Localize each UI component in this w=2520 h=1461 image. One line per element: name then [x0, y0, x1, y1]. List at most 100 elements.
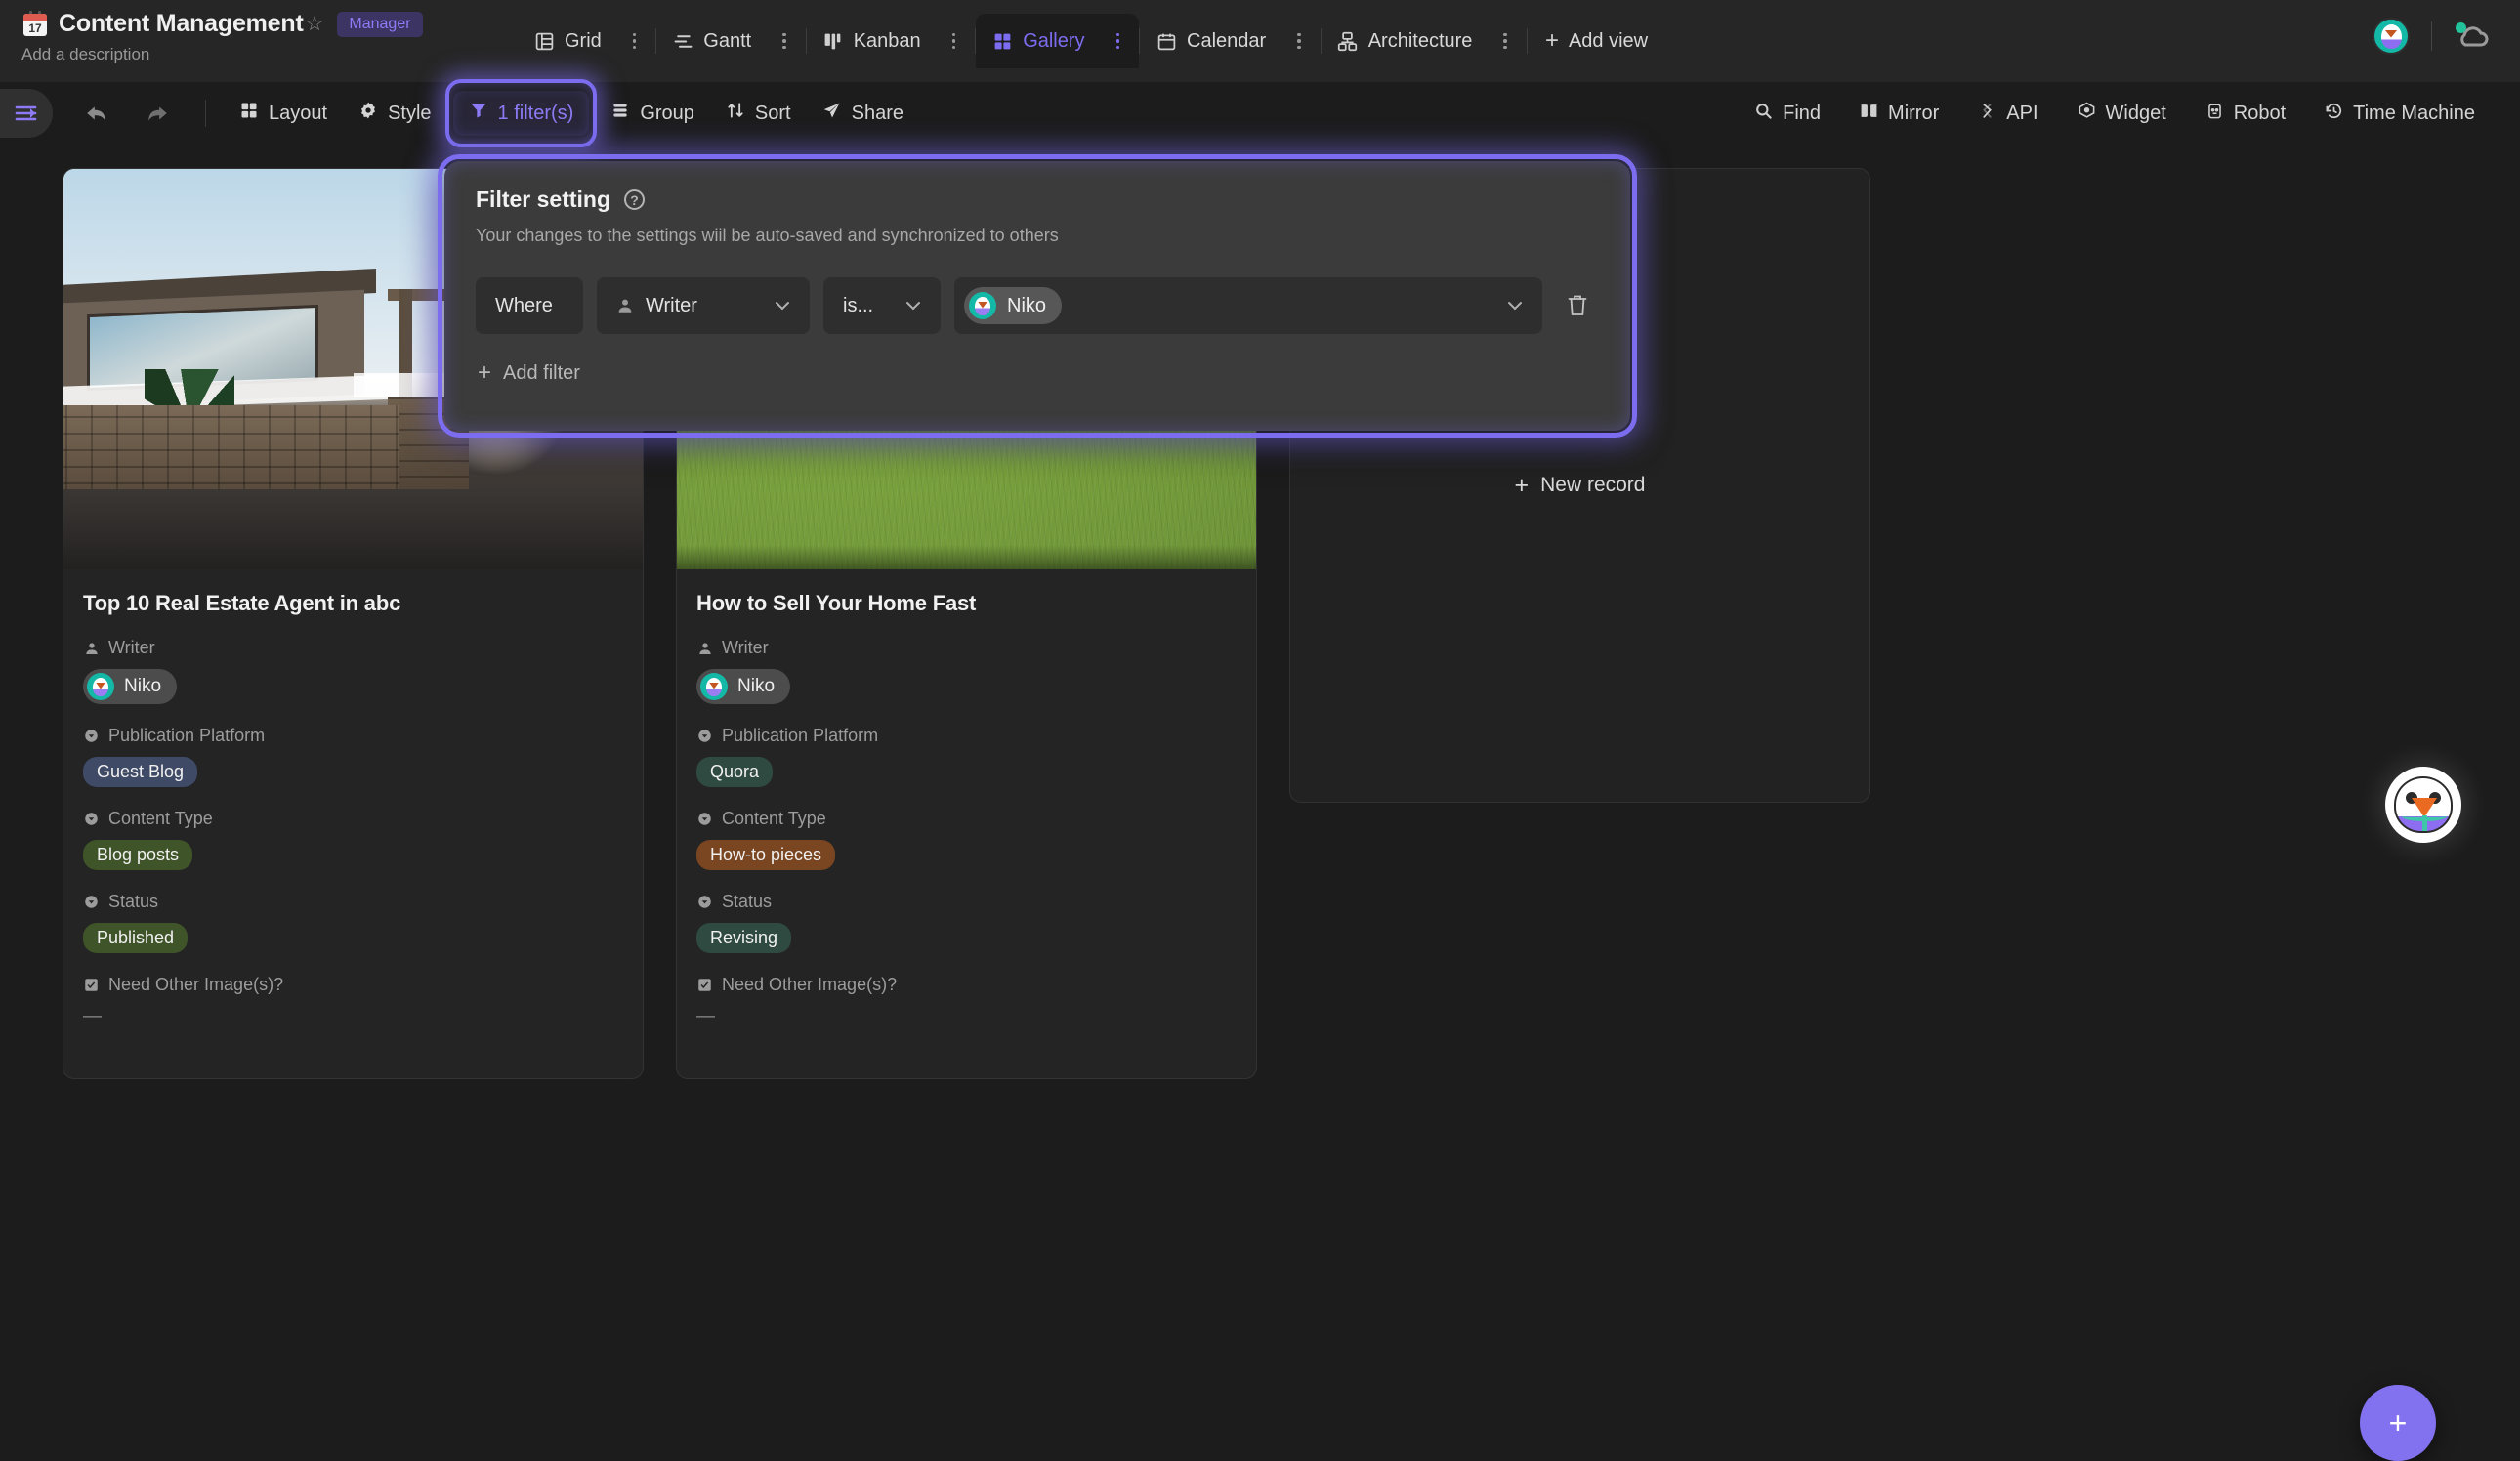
- chevron-down-icon: [905, 299, 921, 313]
- card-title: How to Sell Your Home Fast: [696, 591, 1237, 616]
- field-label-content-type: Content Type: [696, 809, 1237, 829]
- person-icon: [696, 640, 713, 656]
- tab-label: Gantt: [703, 30, 751, 53]
- role-badge: Manager: [337, 12, 422, 37]
- favorite-star-icon[interactable]: ☆: [306, 14, 324, 34]
- tab-menu-dots-icon[interactable]: [1497, 29, 1513, 54]
- tab-divider: [1527, 28, 1528, 54]
- field-value-need-other-images[interactable]: —: [696, 1006, 1237, 1027]
- style-button[interactable]: Style: [347, 93, 442, 134]
- api-label: API: [2006, 103, 2037, 125]
- cloud-sync-icon[interactable]: [2454, 21, 2493, 51]
- user-avatar[interactable]: [2373, 18, 2410, 55]
- tab-grid[interactable]: Grid: [518, 14, 655, 68]
- sort-button[interactable]: Sort: [714, 93, 803, 134]
- field-label-text: Content Type: [108, 809, 213, 829]
- filter-operator-value: is...: [843, 295, 873, 317]
- style-label: Style: [388, 103, 431, 125]
- field-value-publication-platform[interactable]: Guest Blog: [83, 757, 623, 787]
- time-machine-icon: [2325, 102, 2343, 126]
- field-value-status[interactable]: Revising: [696, 923, 1237, 953]
- redo-button[interactable]: [135, 91, 180, 136]
- tag: Revising: [696, 923, 791, 953]
- filter-operator-select[interactable]: is...: [823, 277, 941, 334]
- field-value-status[interactable]: Published: [83, 923, 623, 953]
- group-button[interactable]: Group: [599, 93, 706, 134]
- tab-calendar[interactable]: Calendar: [1140, 14, 1321, 68]
- widget-button[interactable]: Widget: [2066, 94, 2178, 134]
- card-body: Top 10 Real Estate Agent in abc Writer N…: [63, 569, 643, 1078]
- new-record-button[interactable]: + New record: [1515, 474, 1646, 498]
- plus-icon: +: [1545, 29, 1559, 53]
- page-title: Content Management: [59, 10, 304, 38]
- delete-filter-button[interactable]: [1556, 293, 1599, 318]
- where-text: Where: [495, 295, 553, 317]
- tab-label: Architecture: [1368, 30, 1473, 53]
- mirror-button[interactable]: Mirror: [1848, 94, 1951, 134]
- mirror-icon: [1860, 102, 1878, 126]
- help-icon[interactable]: ?: [624, 189, 645, 210]
- layout-icon: [239, 101, 259, 126]
- add-filter-button[interactable]: + Add filter: [476, 361, 1599, 385]
- top-header-bar: 17 Content Management ☆ Manager Add a de…: [0, 0, 2520, 82]
- tab-menu-dots-icon[interactable]: [627, 29, 643, 54]
- mascot-avatar-button[interactable]: [2385, 767, 2461, 843]
- sidebar-toggle-button[interactable]: [0, 89, 53, 138]
- tab-gantt[interactable]: Gantt: [656, 14, 805, 68]
- add-record-fab[interactable]: +: [2360, 1385, 2436, 1461]
- avatar: [87, 673, 114, 700]
- sort-label: Sort: [755, 103, 791, 125]
- field-value-content-type[interactable]: How-to pieces: [696, 840, 1237, 870]
- filter-button[interactable]: 1 filter(s): [453, 91, 590, 136]
- tab-menu-dots-icon[interactable]: [946, 29, 962, 54]
- layout-button[interactable]: Layout: [228, 93, 339, 134]
- filter-field-select[interactable]: Writer: [597, 277, 810, 334]
- description-placeholder[interactable]: Add a description: [21, 45, 488, 64]
- tag: Blog posts: [83, 840, 192, 870]
- share-button[interactable]: Share: [811, 93, 915, 134]
- undo-button[interactable]: [74, 91, 119, 136]
- tab-menu-dots-icon[interactable]: [1111, 29, 1126, 54]
- widget-icon: [2078, 102, 2096, 126]
- filter-value-select[interactable]: Niko: [954, 277, 1542, 334]
- person-pill[interactable]: Niko: [696, 669, 790, 704]
- group-icon: [610, 101, 630, 126]
- empty-value: —: [696, 1006, 716, 1026]
- field-label-text: Writer: [722, 638, 769, 658]
- person-icon: [616, 297, 634, 314]
- select-icon: [83, 894, 100, 910]
- header-right-controls: [2373, 18, 2493, 55]
- field-value-content-type[interactable]: Blog posts: [83, 840, 623, 870]
- tab-kanban[interactable]: Kanban: [807, 14, 975, 68]
- field-value-need-other-images[interactable]: —: [83, 1006, 623, 1027]
- add-view-button[interactable]: + Add view: [1532, 14, 1661, 68]
- robot-label: Robot: [2234, 103, 2286, 125]
- avatar: [700, 673, 728, 700]
- field-label-publication-platform: Publication Platform: [696, 726, 1237, 746]
- share-label: Share: [852, 103, 903, 125]
- tab-gallery[interactable]: Gallery: [976, 14, 1139, 68]
- field-value-writer[interactable]: Niko: [83, 669, 623, 704]
- field-label-text: Need Other Image(s)?: [108, 975, 283, 995]
- tab-architecture[interactable]: Architecture: [1322, 14, 1527, 68]
- person-pill[interactable]: Niko: [83, 669, 177, 704]
- selected-person-name: Niko: [1007, 295, 1046, 317]
- filter-label: 1 filter(s): [498, 103, 574, 125]
- field-label-text: Publication Platform: [108, 726, 265, 746]
- robot-button[interactable]: Robot: [2194, 94, 2297, 134]
- tab-menu-dots-icon[interactable]: [1291, 29, 1307, 54]
- selected-person-pill[interactable]: Niko: [964, 287, 1062, 324]
- field-label-text: Writer: [108, 638, 155, 658]
- add-filter-label: Add filter: [503, 362, 580, 385]
- filter-panel-subtitle: Your changes to the settings wiil be aut…: [476, 226, 1599, 246]
- field-value-writer[interactable]: Niko: [696, 669, 1237, 704]
- api-button[interactable]: API: [1966, 94, 2049, 134]
- field-label-need-other-images: Need Other Image(s)?: [696, 975, 1237, 995]
- field-value-publication-platform[interactable]: Quora: [696, 757, 1237, 787]
- tab-menu-dots-icon[interactable]: [777, 29, 792, 54]
- time-machine-button[interactable]: Time Machine: [2313, 94, 2487, 134]
- field-label-text: Status: [722, 892, 772, 912]
- find-button[interactable]: Find: [1743, 94, 1832, 134]
- sync-status-dot: [2456, 22, 2466, 33]
- search-icon: [1754, 102, 1773, 126]
